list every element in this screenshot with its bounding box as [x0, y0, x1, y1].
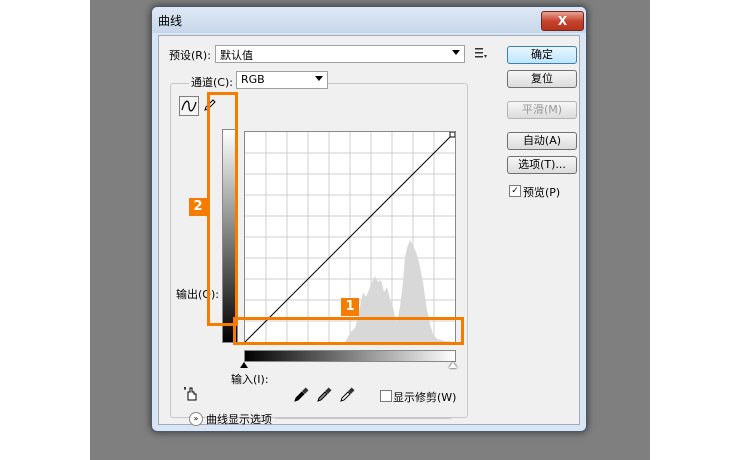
preview-checkbox[interactable]: ✓: [509, 185, 521, 197]
channel-value: RGB: [241, 73, 265, 86]
ok-button[interactable]: 确定: [507, 46, 577, 64]
on-image-adjust-icon: [184, 387, 197, 401]
options-button[interactable]: 选项(T)...: [507, 156, 577, 174]
black-eyedropper-icon: [294, 387, 309, 402]
annotation-badge-1: 1: [341, 298, 359, 316]
close-icon: X: [557, 14, 568, 28]
page-background-right: [650, 0, 740, 430]
curve-point-icon: [181, 100, 197, 112]
preset-label: 预设(R):: [169, 49, 211, 62]
dialog-client-area: 预设(R): 默认值 确定 复位 平滑(M) 自动(A) 选项(T)... ✓ …: [158, 35, 580, 427]
title-bar[interactable]: 曲线 X: [152, 7, 586, 33]
gray-eyedropper-button[interactable]: [316, 387, 332, 403]
auto-button[interactable]: 自动(A): [507, 132, 577, 150]
curve-endpoint-white[interactable]: [449, 131, 456, 138]
white-eyedropper-button[interactable]: [339, 387, 355, 403]
preset-menu-icon[interactable]: [475, 47, 487, 59]
expand-chevron-icon[interactable]: »: [189, 412, 203, 426]
show-clipping-checkbox[interactable]: [380, 390, 392, 402]
black-eyedropper-button[interactable]: [293, 387, 309, 403]
chevron-down-icon: [452, 50, 460, 55]
dialog-title: 曲线: [158, 14, 183, 28]
channel-label: 通道(C):: [189, 74, 235, 90]
curve-display-options-label[interactable]: 曲线显示选项: [206, 411, 272, 427]
preview-label: 预览(P): [523, 186, 561, 199]
preset-value: 默认值: [220, 49, 253, 62]
gray-eyedropper-icon: [317, 387, 332, 402]
smooth-button[interactable]: 平滑(M): [507, 101, 577, 119]
annotation-badge-2: 2: [189, 198, 207, 216]
white-point-slider[interactable]: [449, 362, 457, 368]
show-clipping-label: 显示修剪(W): [393, 391, 457, 404]
white-eyedropper-icon: [340, 387, 355, 402]
input-label: 输入(I):: [231, 373, 269, 386]
on-image-adjust-tool[interactable]: [183, 385, 199, 401]
channel-dropdown[interactable]: RGB: [236, 71, 328, 89]
black-point-slider[interactable]: [240, 362, 248, 368]
reset-button[interactable]: 复位: [507, 70, 577, 88]
annotation-box-output: [207, 92, 238, 326]
curve-point-tool-button[interactable]: [179, 96, 199, 116]
options-divider: [275, 418, 451, 419]
close-button[interactable]: X: [541, 11, 584, 31]
chevron-down-icon: [315, 76, 323, 81]
page-background-left: [0, 0, 91, 430]
preset-dropdown[interactable]: 默认值: [215, 45, 465, 63]
annotation-box-input: [233, 317, 464, 345]
curves-dialog: 曲线 X 预设(R): 默认值 确定 复位 平滑(M) 自动(A) 选项(T).…: [151, 6, 587, 432]
input-gradient-bar: [244, 350, 456, 362]
